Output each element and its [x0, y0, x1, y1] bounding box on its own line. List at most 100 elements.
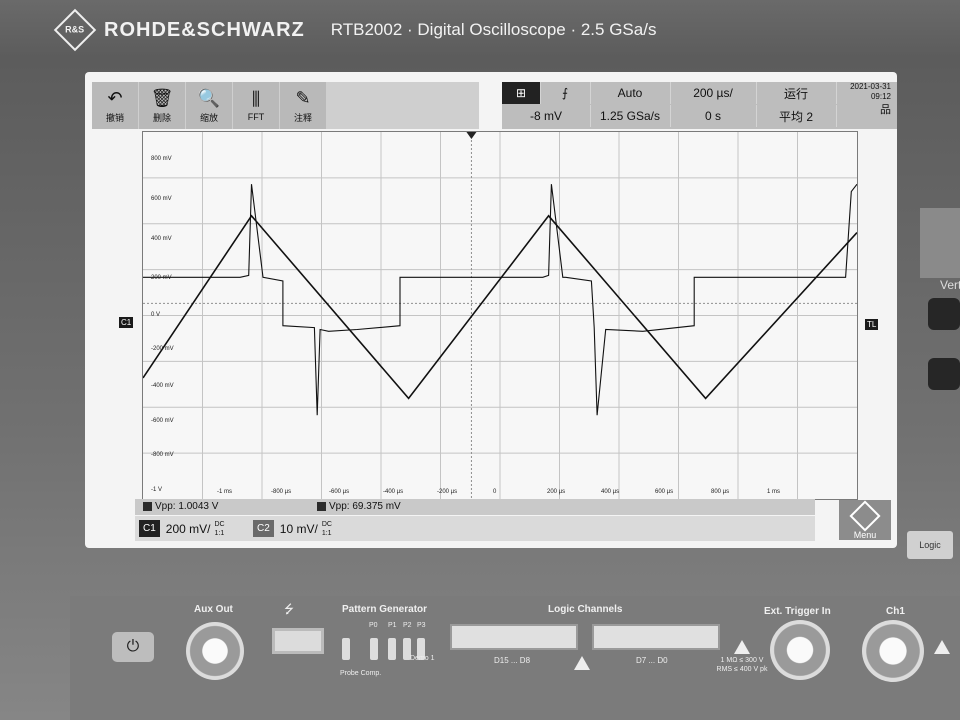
- usb-port[interactable]: [272, 628, 324, 654]
- channel-bar: C1 200 mV/ DC 1:1 C2 10 mV/ DC 1:1: [135, 516, 815, 541]
- trigger-edge-icon[interactable]: ⨍: [540, 82, 591, 104]
- meas1-chip: [143, 502, 152, 511]
- y-tick-label: 200 mV: [151, 275, 172, 281]
- pattern-pin[interactable]: [388, 638, 396, 660]
- ch1-tag: C1: [139, 520, 160, 537]
- annotate-label: 注释: [293, 112, 312, 123]
- d-high-label: D15 ... D8: [494, 656, 531, 665]
- trash-icon: 🗑: [150, 87, 174, 108]
- side-panel-display: [920, 208, 960, 278]
- demo-label: Demo 1: [410, 655, 435, 662]
- waveform-plot[interactable]: 800 mV 600 mV 400 mV 200 mV 0 V -200 mV …: [142, 131, 858, 500]
- acquire-mode[interactable]: 平均 2: [756, 105, 837, 127]
- y-tick-label: 800 mV: [151, 156, 172, 162]
- y-tick-label: 0 V: [151, 312, 161, 318]
- pattern-generator-label: Pattern Generator: [342, 604, 428, 615]
- x-tick-label: 400 µs: [601, 489, 620, 495]
- pin-label: P0: [369, 622, 378, 629]
- trigger-level[interactable]: -8 mV: [502, 105, 591, 127]
- measurement-bar: Vpp: 1.0043 V Vpp: 69.375 mV: [135, 499, 815, 515]
- rs-logo-icon: R&S: [53, 8, 97, 52]
- delete-button[interactable]: 🗑 删除: [139, 82, 186, 129]
- y-tick-label: 600 mV: [151, 196, 172, 202]
- power-button[interactable]: ⏻: [112, 632, 154, 662]
- channel-2-settings[interactable]: C2 10 mV/ DC 1:1: [253, 516, 332, 541]
- undo-button[interactable]: ↶ 撤销: [92, 82, 139, 129]
- zoom-button[interactable]: 🔍 缩放: [186, 82, 233, 129]
- y-tick-label: -400 mV: [151, 383, 174, 389]
- trigger-mode[interactable]: Auto: [590, 82, 671, 104]
- status-panel: ⊞ ⨍ -8 mV Auto 1.25 GSa/s 200 µs/ 0 s 运行…: [502, 82, 897, 129]
- y-tick-label: -1 V: [151, 487, 163, 493]
- display-screen: ↶ 撤销 🗑 删除 🔍 缩放 ⫼ FFT ✎ 注释 ⊞ ⨍ -8 mV Auto 1.25…: [85, 72, 897, 548]
- warning-icon: [574, 656, 590, 670]
- y-tick-label: -200 mV: [151, 346, 174, 352]
- menu-button[interactable]: Menu: [839, 500, 891, 540]
- zoom-label: 缩放: [199, 112, 218, 123]
- run-state[interactable]: 运行: [756, 82, 837, 104]
- x-tick-label: -800 µs: [271, 489, 292, 495]
- undo-icon: ↶: [107, 87, 123, 108]
- x-tick-label: -400 µs: [383, 489, 404, 495]
- logic-connector-high[interactable]: [450, 624, 578, 650]
- pattern-pin[interactable]: [370, 638, 378, 660]
- d-low-label: D7 ... D0: [636, 656, 668, 665]
- vertical-knob-2[interactable]: [928, 358, 960, 390]
- ch1-coupling: DC 1:1: [214, 520, 225, 537]
- usb-icon: ⭍: [284, 602, 294, 616]
- meas1-value: Vpp: 1.0043 V: [155, 501, 219, 512]
- x-tick-label: -600 µs: [329, 489, 350, 495]
- x-tick-label: -1 ms: [217, 489, 232, 495]
- time-text: 09:12: [870, 92, 891, 101]
- datetime: 2021-03-31 09:12 品: [850, 82, 891, 116]
- x-tick-label: 200 µs: [547, 489, 566, 495]
- fft-button[interactable]: ⫼ FFT: [233, 82, 280, 129]
- pin-label: P1: [388, 622, 397, 629]
- logic-connector-low[interactable]: [592, 624, 720, 650]
- aux-out-connector[interactable]: [186, 622, 244, 680]
- rs-diamond-icon: [849, 500, 881, 532]
- brand-header: R&S ROHDE&SCHWARZ RTB2002 · Digital Osci…: [53, 8, 657, 52]
- ext-trigger-connector[interactable]: [770, 620, 830, 680]
- aux-out-label: Aux Out: [194, 604, 233, 615]
- ch2-coupling: DC 1:1: [321, 520, 332, 537]
- trigger-source-icon[interactable]: ⊞: [502, 82, 541, 104]
- trigger-level-marker[interactable]: TL: [865, 319, 879, 330]
- probe-comp-label: Probe Comp.: [340, 670, 382, 677]
- meas2-chip: [317, 502, 326, 511]
- meas2-value: Vpp: 69.375 mV: [329, 501, 401, 512]
- sample-rate[interactable]: 1.25 GSa/s: [590, 105, 671, 127]
- vertical-knob-1[interactable]: [928, 298, 960, 330]
- ch2-tag: C2: [253, 520, 274, 537]
- measurement-2[interactable]: Vpp: 69.375 mV: [317, 501, 401, 512]
- brand-name: ROHDE&SCHWARZ: [104, 18, 305, 41]
- fft-icon: ⫼: [251, 89, 261, 109]
- power-icon: ⏻: [126, 638, 140, 655]
- ch1-input-connector[interactable]: [862, 620, 924, 682]
- y-tick-label: -800 mV: [151, 452, 174, 458]
- probe-comp-pin[interactable]: [342, 638, 350, 660]
- x-tick-label: 800 µs: [711, 489, 730, 495]
- vertical-label: Vert: [940, 278, 960, 292]
- time-offset[interactable]: 0 s: [670, 105, 757, 127]
- ch1-input-label: Ch1: [886, 606, 905, 617]
- waveform-svg: [143, 132, 857, 499]
- ch1-offset-marker[interactable]: C1: [119, 317, 134, 328]
- x-tick-label: 0: [493, 489, 497, 495]
- logic-button[interactable]: Logic: [907, 531, 953, 559]
- channel-1-settings[interactable]: C1 200 mV/ DC 1:1: [139, 516, 225, 541]
- trigger-position-icon: [466, 132, 477, 139]
- toolbar-filler: [327, 82, 479, 129]
- toolbar: ↶ 撤销 🗑 删除 🔍 缩放 ⫼ FFT ✎ 注释: [92, 82, 479, 129]
- annotate-button[interactable]: ✎ 注释: [280, 82, 327, 129]
- timebase[interactable]: 200 µs/: [670, 82, 757, 104]
- ext-trigger-spec: 1 MΩ ≤ 300 V RMS ≤ 400 V pk: [716, 657, 768, 673]
- warning-icon: [734, 640, 750, 654]
- measurement-1[interactable]: Vpp: 1.0043 V: [143, 501, 218, 512]
- warning-icon: [934, 640, 950, 654]
- pin-label: P3: [417, 622, 426, 629]
- model-title: RTB2002 · Digital Oscilloscope · 2.5 GSa…: [330, 20, 657, 39]
- pencil-icon: ✎: [295, 87, 311, 108]
- y-tick-label: 400 mV: [151, 236, 172, 242]
- date-text: 2021-03-31: [850, 82, 891, 91]
